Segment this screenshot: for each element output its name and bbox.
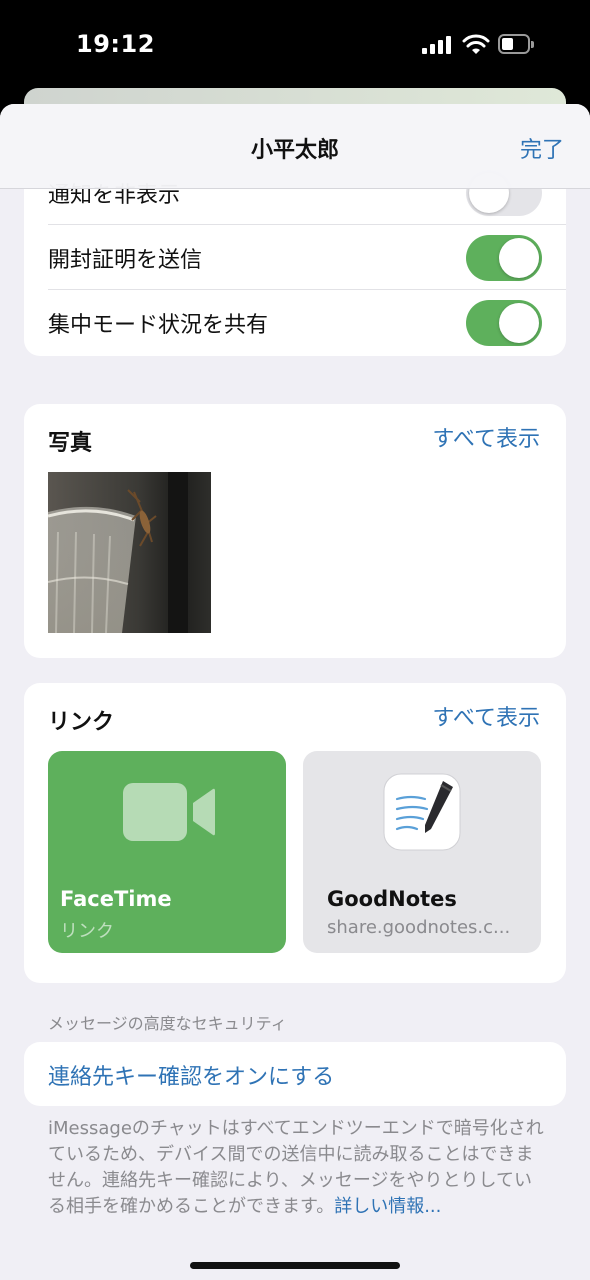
status-time: 19:12 bbox=[76, 30, 155, 58]
conversation-settings-card: 通知を非表示 開封証明を送信 集中モード状況を共有 bbox=[24, 160, 566, 356]
links-title: リンク bbox=[48, 710, 115, 735]
photos-see-all-link[interactable]: すべて表示 bbox=[432, 421, 540, 453]
goodnotes-app-icon bbox=[383, 773, 461, 851]
links-see-all-link[interactable]: すべて表示 bbox=[432, 700, 540, 732]
done-button[interactable]: 完了 bbox=[520, 132, 564, 164]
read-receipts-row: 開封証明を送信 bbox=[24, 225, 566, 290]
nav-bar: 小平太郎 完了 bbox=[0, 104, 590, 189]
security-footnote: iMessageのチャットはすべてエンドツーエンドで暗号化されているため、デバイ… bbox=[48, 1116, 548, 1220]
read-receipts-toggle[interactable] bbox=[466, 235, 542, 281]
goodnotes-link-tile[interactable]: GoodNotes share.goodnotes.c... bbox=[303, 751, 541, 953]
security-footnote-text: iMessageのチャットはすべてエンドツーエンドで暗号化されているため、デバイ… bbox=[48, 1118, 544, 1217]
cellular-signal-icon bbox=[422, 36, 454, 54]
contact-key-card: 連絡先キー確認をオンにする bbox=[24, 1042, 566, 1106]
contact-details-sheet: 小平太郎 完了 通知を非表示 開封証明を送信 集中モード状況を共有 写真 すべて… bbox=[0, 104, 590, 1280]
focus-status-label: 集中モード状況を共有 bbox=[48, 313, 269, 338]
wifi-icon bbox=[462, 34, 490, 54]
contact-name-title: 小平太郎 bbox=[250, 138, 339, 163]
status-bar: 19:12 bbox=[0, 0, 590, 90]
video-camera-icon bbox=[123, 783, 215, 841]
facetime-link-title: FaceTime bbox=[60, 887, 172, 911]
facetime-link-tile[interactable]: FaceTime リンク bbox=[48, 751, 286, 953]
links-card: リンク すべて表示 FaceTime リンク GoodNotes share.g… bbox=[24, 683, 566, 983]
facetime-link-subtitle: リンク bbox=[60, 921, 114, 942]
focus-status-row: 集中モード状況を共有 bbox=[24, 290, 566, 355]
photos-card: 写真 すべて表示 bbox=[24, 404, 566, 658]
enable-contact-key-verification-button[interactable]: 連絡先キー確認をオンにする bbox=[48, 1059, 334, 1091]
security-section-caption: メッセージの高度なセキュリティ bbox=[48, 1014, 287, 1033]
photos-title: 写真 bbox=[48, 431, 93, 456]
read-receipts-label: 開封証明を送信 bbox=[48, 248, 203, 273]
home-indicator[interactable] bbox=[190, 1262, 400, 1269]
goodnotes-link-title: GoodNotes bbox=[327, 887, 457, 911]
photo-thumbnail[interactable] bbox=[48, 472, 211, 633]
learn-more-link[interactable]: 詳しい情報... bbox=[334, 1196, 441, 1217]
goodnotes-link-subtitle: share.goodnotes.c... bbox=[327, 917, 511, 938]
battery-icon bbox=[498, 34, 534, 54]
focus-status-toggle[interactable] bbox=[466, 300, 542, 346]
